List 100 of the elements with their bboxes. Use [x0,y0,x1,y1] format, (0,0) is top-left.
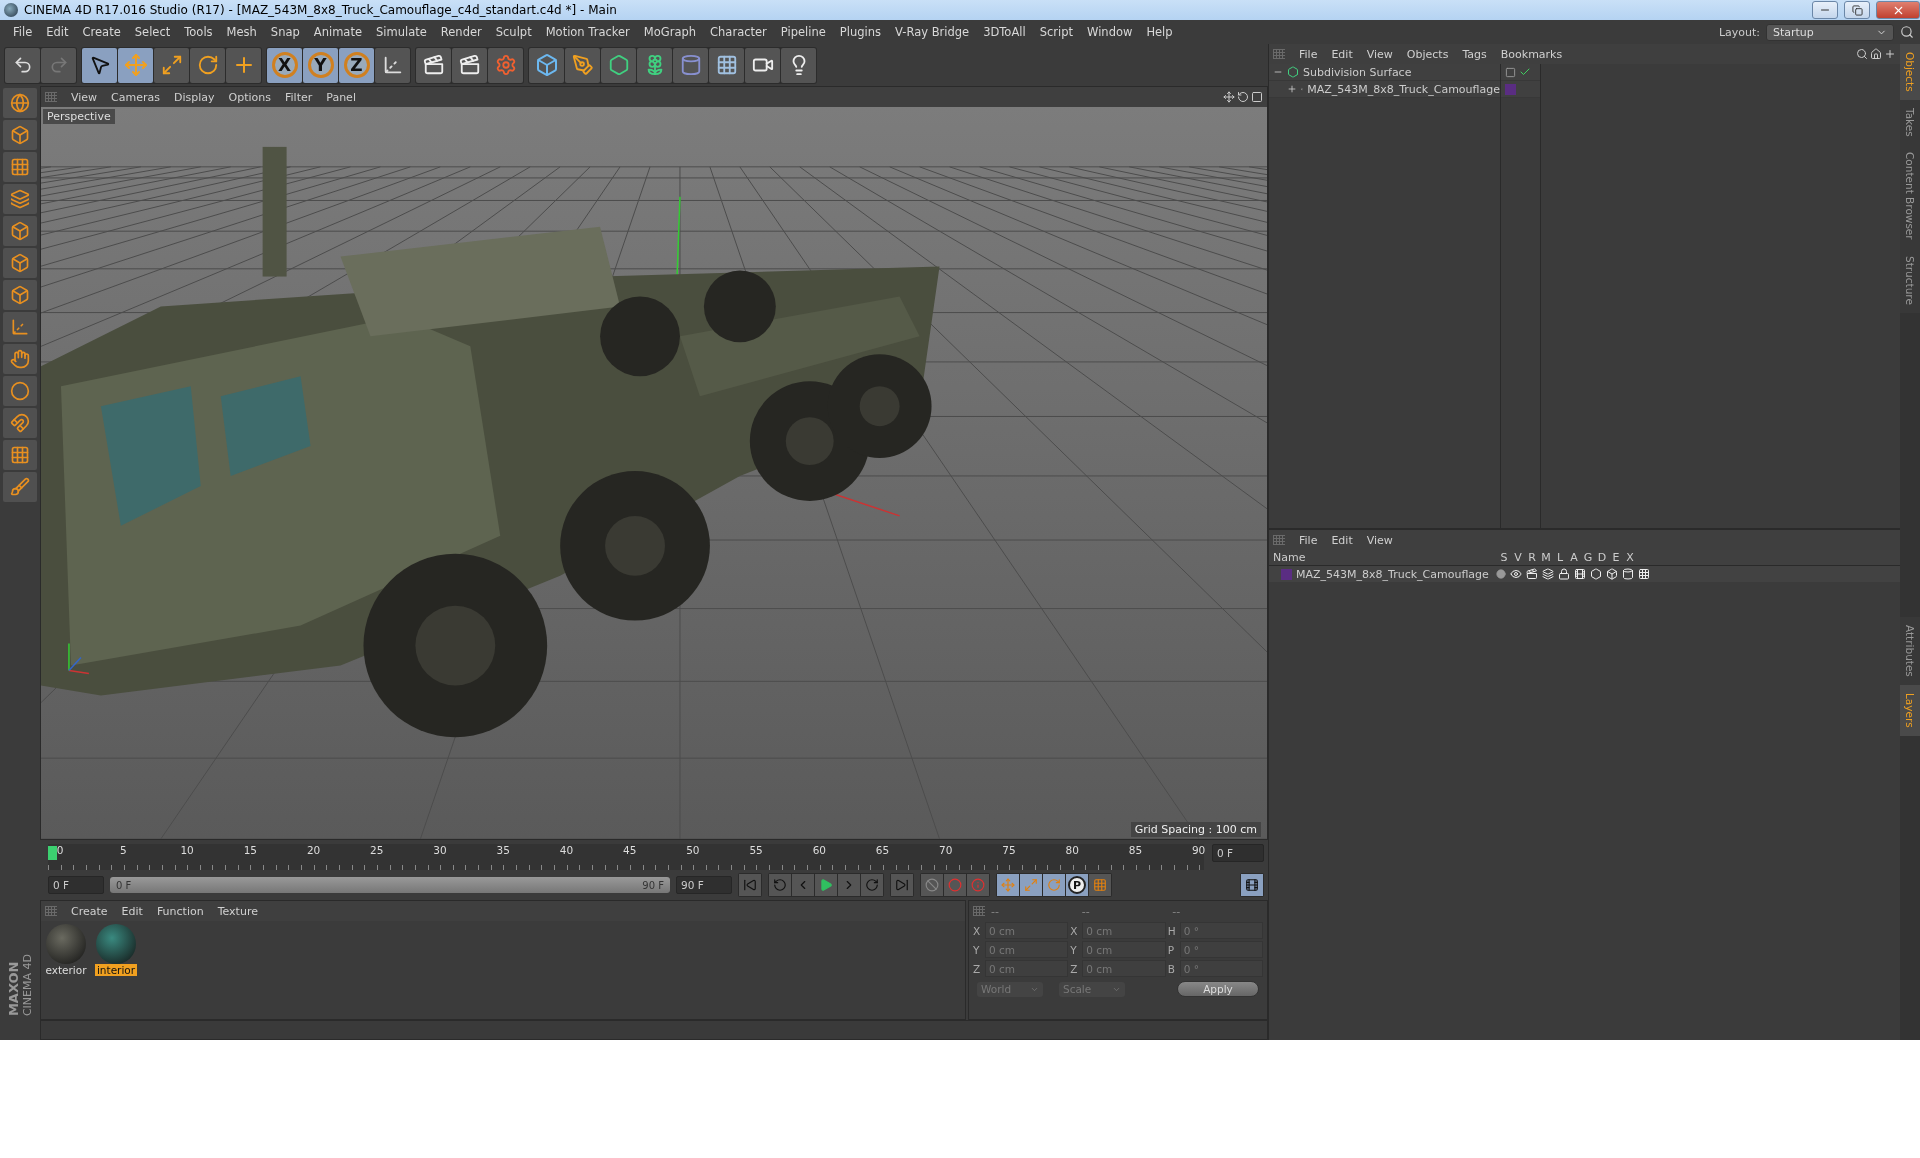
menu-item[interactable]: Help [1139,25,1180,39]
toolbar-button[interactable] [745,47,780,83]
apply-button[interactable]: Apply [1177,981,1259,997]
menu-item[interactable]: Render [433,25,489,39]
cylinder-icon[interactable] [1622,568,1634,580]
menu-item[interactable]: View [1360,533,1399,547]
timeline-button[interactable] [1241,874,1263,896]
menu-item[interactable]: File [6,25,40,39]
toolbar-button[interactable] [637,47,672,83]
tool-button[interactable] [3,152,37,182]
menu-item[interactable]: File [1293,47,1324,61]
toolbar-button[interactable] [154,47,189,83]
side-tab[interactable]: Takes [1900,99,1920,145]
solo-icon[interactable] [1496,569,1506,579]
menu-item[interactable]: Filter [279,90,319,104]
menu-item[interactable]: Tools [177,25,220,39]
menu-item[interactable]: Snap [263,25,307,39]
toolbar-button[interactable] [709,47,744,83]
toolbar-button[interactable]: X [267,47,302,83]
toolbar-button[interactable] [565,47,600,83]
menu-item[interactable]: Edit [1325,533,1359,547]
menu-item[interactable]: Function [150,904,210,918]
material-name[interactable]: exterior [43,964,89,976]
menu-item[interactable]: Edit [1325,47,1359,61]
object-row[interactable]: Subdivision Surface [1269,64,1500,81]
toolbar-button[interactable] [82,47,117,83]
menu-item[interactable]: Simulate [369,25,434,39]
previous-frame-button[interactable] [792,874,814,896]
toolbar-button[interactable] [190,47,225,83]
tool-button[interactable] [3,312,37,342]
layer-row[interactable]: MAZ_543M_8x8_Truck_Camouflage [1269,566,1900,582]
tool-button[interactable] [3,88,37,118]
material-preview[interactable] [46,924,86,964]
tool-button[interactable] [3,344,37,374]
toolbar-button[interactable] [529,47,564,83]
start-frame-field[interactable]: 0 F [48,876,104,894]
menu-item[interactable]: Window [1080,25,1140,39]
expand-icon[interactable] [1287,84,1297,94]
maximize-view-icon[interactable] [1251,91,1263,103]
close-button[interactable] [1876,1,1920,19]
toolbar-button[interactable] [226,47,261,83]
point-level-button[interactable] [1089,874,1111,896]
panel-grip[interactable] [1273,49,1285,59]
menu-item[interactable]: Display [168,90,221,104]
tool-button[interactable] [3,216,37,246]
menu-item[interactable]: Cameras [105,90,166,104]
menu-item[interactable]: Options [222,90,277,104]
tool-button[interactable] [3,120,37,150]
toolbar-button[interactable]: Y [303,47,338,83]
side-tab[interactable]: Layers [1900,685,1920,736]
material-name[interactable]: interior [94,964,138,976]
tool-button[interactable] [3,376,37,406]
play-button[interactable] [815,874,837,896]
minimize-button[interactable] [1812,1,1838,19]
menu-item[interactable]: File [1293,533,1324,547]
check-icon[interactable] [1519,66,1531,78]
toolbar-button[interactable]: Z [339,47,374,83]
menu-item[interactable]: Tags [1456,47,1493,61]
go-to-end-button[interactable] [891,874,913,896]
menu-item[interactable]: Create [65,904,114,918]
menu-item[interactable]: Plugins [832,25,889,39]
toolbar-button[interactable] [5,47,40,83]
tool-button[interactable] [3,280,37,310]
menu-item[interactable]: Motion Tracker [538,25,637,39]
side-tab[interactable]: Structure [1900,248,1920,313]
menu-item[interactable]: Texture [211,904,264,918]
search-icon[interactable] [1856,48,1868,60]
menu-item[interactable]: View [65,90,104,104]
panel-grip[interactable] [973,906,985,916]
menu-item[interactable]: Create [75,25,128,39]
current-frame-field[interactable]: 0 F [1212,844,1264,862]
tool-button[interactable] [3,408,37,438]
menu-item[interactable]: Edit [39,25,76,39]
tool-button[interactable] [3,248,37,278]
new-panel-icon[interactable] [1884,48,1896,60]
menu-item[interactable]: Sculpt [488,25,539,39]
toolbar-button[interactable] [416,47,451,83]
home-icon[interactable] [1870,48,1882,60]
tool-button[interactable] [3,472,37,502]
layout-dropdown[interactable]: Startup [1766,23,1894,41]
menu-item[interactable]: Pipeline [773,25,833,39]
menu-item[interactable]: MoGraph [636,25,704,39]
menu-item[interactable]: Bookmarks [1494,47,1569,61]
menu-item[interactable]: V-Ray Bridge [888,25,977,39]
material-preview[interactable] [96,924,136,964]
menu-item[interactable]: Character [703,25,774,39]
menu-item[interactable]: Select [127,25,178,39]
toolbar-button[interactable] [118,47,153,83]
next-frame-button[interactable] [838,874,860,896]
film-icon[interactable] [1574,568,1586,580]
menu-item[interactable]: Script [1032,25,1081,39]
orbit-icon[interactable] [1237,91,1249,103]
eye-icon[interactable] [1510,568,1522,580]
object-row[interactable]: MAZ_543M_8x8_Truck_Camouflage [1269,81,1500,98]
panel-grip[interactable] [1273,535,1285,545]
pan-icon[interactable] [1223,91,1235,103]
side-tab[interactable]: Attributes [1900,617,1920,685]
keyframe-selection-button[interactable] [921,874,943,896]
search-icon[interactable] [1900,25,1914,39]
clapperboard-icon[interactable] [1526,568,1538,580]
